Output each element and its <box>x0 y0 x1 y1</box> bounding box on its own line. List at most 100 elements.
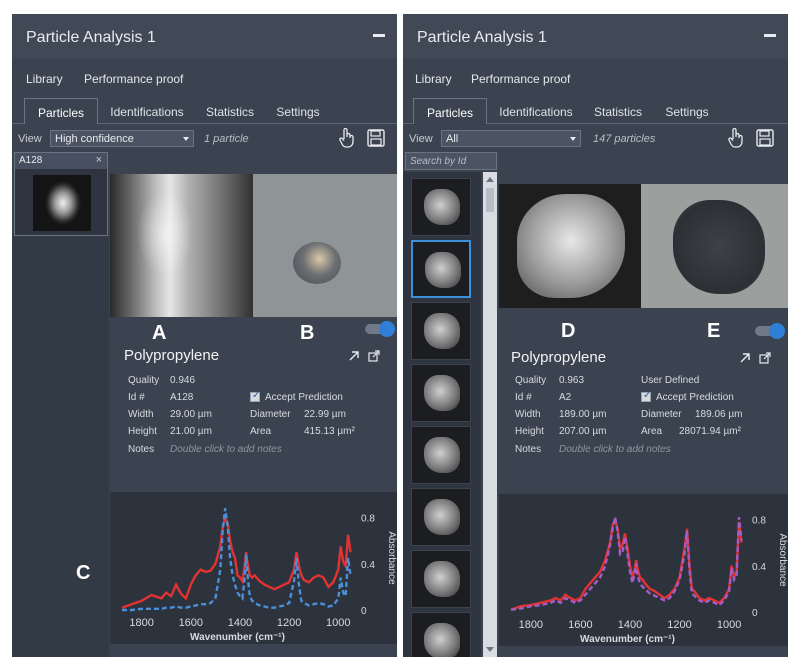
notes-field[interactable]: Double click to add notes <box>559 444 671 455</box>
visual-image <box>253 174 397 317</box>
area-value: 415.13 µm² <box>304 426 355 437</box>
figure-label-d: D <box>561 320 576 342</box>
id-value: A128 <box>170 392 194 403</box>
tab-identifications[interactable]: Identifications <box>102 98 192 124</box>
hand-pointer-icon[interactable] <box>338 128 356 148</box>
toggle-knob <box>379 321 395 337</box>
minimize-icon[interactable] <box>373 34 385 37</box>
notes-field[interactable]: Double click to add notes <box>170 444 282 455</box>
spectrum-series-1 <box>510 516 743 611</box>
tab-particles[interactable]: Particles <box>413 98 487 124</box>
title-bar: Particle Analysis 1 <box>12 14 397 58</box>
x-tick-label: 1400 <box>228 617 252 629</box>
title-bar: Particle Analysis 1 <box>403 14 788 58</box>
spectrum-svg: 1800 1600 1400 1200 1000 0 0.4 0.8 Wavenumber (c… <box>510 516 788 645</box>
tab-bar: Particles Identifications Statistics Set… <box>403 98 788 124</box>
hand-pointer-icon[interactable] <box>727 128 745 148</box>
save-icon[interactable] <box>366 128 386 148</box>
tab-settings[interactable]: Settings <box>268 98 328 124</box>
close-icon[interactable]: × <box>96 154 102 166</box>
x-tick-label: 1600 <box>179 617 203 629</box>
x-tick-label: 1400 <box>618 619 642 631</box>
accept-prediction-checkbox[interactable] <box>250 390 260 402</box>
tab-statistics[interactable]: Statistics <box>198 98 262 124</box>
tab-particles[interactable]: Particles <box>24 98 98 124</box>
toggle-knob <box>769 323 785 339</box>
save-icon[interactable] <box>755 128 775 148</box>
menu-library[interactable]: Library <box>415 72 452 86</box>
y-tick-label: 0 <box>361 606 367 617</box>
expand-arrow-icon[interactable] <box>739 352 751 364</box>
particle-thumbnail[interactable] <box>411 364 471 422</box>
particle-thumbnail[interactable] <box>411 612 471 657</box>
particle-list <box>12 236 109 657</box>
menu-performance-proof[interactable]: Performance proof <box>84 72 183 86</box>
accept-prediction-checkbox[interactable] <box>641 390 651 402</box>
y-axis-label: Absorbance <box>777 533 788 587</box>
particle-thumbnail[interactable] <box>411 488 471 546</box>
minimize-icon[interactable] <box>764 34 776 37</box>
tab-statistics[interactable]: Statistics <box>587 98 649 124</box>
height-value: 21.00 µm <box>170 426 212 437</box>
scroll-down-icon[interactable] <box>486 647 494 652</box>
sub-menu: Library Performance proof <box>403 64 788 92</box>
particle-count: 147 particles <box>593 133 656 145</box>
width-value: 29.00 µm <box>170 409 212 420</box>
id-label: Id # <box>128 392 145 403</box>
tab-bar: Particles Identifications Statistics Set… <box>12 98 397 124</box>
search-input[interactable]: Search by Id <box>405 152 497 170</box>
material-name: Polypropylene <box>511 349 607 366</box>
particle-thumbnail-selected[interactable] <box>411 240 471 298</box>
menu-library[interactable]: Library <box>26 72 63 86</box>
y-tick-label: 0.4 <box>361 560 375 571</box>
x-axis-label: Wavenumber (cm⁻¹) <box>190 632 285 643</box>
material-name: Polypropylene <box>124 347 220 364</box>
scroll-up-icon[interactable] <box>486 177 494 182</box>
quality-label: Quality <box>515 375 547 386</box>
menu-performance-proof[interactable]: Performance proof <box>471 72 570 86</box>
particle-thumbnail[interactable] <box>411 178 471 236</box>
scroll-thumb[interactable] <box>486 188 494 212</box>
x-tick-label: 1200 <box>667 619 691 631</box>
particle-thumbnail[interactable] <box>411 550 471 608</box>
view-row: View High confidence 1 particle <box>12 128 397 150</box>
view-select[interactable]: All <box>441 130 581 147</box>
infrared-image <box>499 184 641 308</box>
particle-thumbnail[interactable] <box>33 175 91 231</box>
x-tick-label: 1800 <box>519 619 543 631</box>
area-label: Area <box>641 426 663 437</box>
right-panel: Particle Analysis 1 Library Performance … <box>403 14 788 657</box>
external-link-icon[interactable] <box>759 352 771 364</box>
view-select-value: All <box>446 133 459 145</box>
view-select[interactable]: High confidence <box>50 130 194 147</box>
quality-label: Quality <box>128 375 160 386</box>
x-tick-label: 1800 <box>129 617 153 629</box>
diameter-value: 22.99 µm <box>304 409 346 420</box>
view-row: View All 147 particles <box>403 128 788 150</box>
tab-settings[interactable]: Settings <box>657 98 717 124</box>
expand-arrow-icon[interactable] <box>348 350 360 362</box>
quality-value: 0.946 <box>170 375 196 386</box>
particle-tag-card[interactable]: A128 × <box>14 152 108 236</box>
accept-prediction-label: Accept Prediction <box>265 392 343 403</box>
view-select-value: High confidence <box>55 133 134 145</box>
accept-prediction-label: Accept Prediction <box>656 392 734 403</box>
area-value: 28071.94 µm² <box>679 426 741 437</box>
window-title: Particle Analysis 1 <box>417 29 547 46</box>
particle-thumbnail[interactable] <box>411 426 471 484</box>
notes-label: Notes <box>515 444 542 455</box>
spectrum-svg: 1800 1600 1400 1200 1000 0 0.4 0.8 Wavenumber (c… <box>121 508 397 643</box>
spectrum-chart: 1800 1600 1400 1200 1000 0 0.4 0.8 Wavenumber (c… <box>110 492 397 644</box>
width-value: 189.00 µm <box>559 409 607 420</box>
external-link-icon[interactable] <box>368 350 380 362</box>
notes-label: Notes <box>128 444 155 455</box>
display-toggle[interactable] <box>365 321 395 337</box>
window-title: Particle Analysis 1 <box>26 29 156 46</box>
display-toggle[interactable] <box>755 323 785 339</box>
tab-identifications[interactable]: Identifications <box>491 98 581 124</box>
tag-header: A128 × <box>15 153 107 169</box>
sub-menu: Library Performance proof <box>12 64 397 92</box>
list-scrollbar[interactable] <box>483 172 497 657</box>
x-tick-label: 1000 <box>326 617 350 629</box>
particle-thumbnail[interactable] <box>411 302 471 360</box>
